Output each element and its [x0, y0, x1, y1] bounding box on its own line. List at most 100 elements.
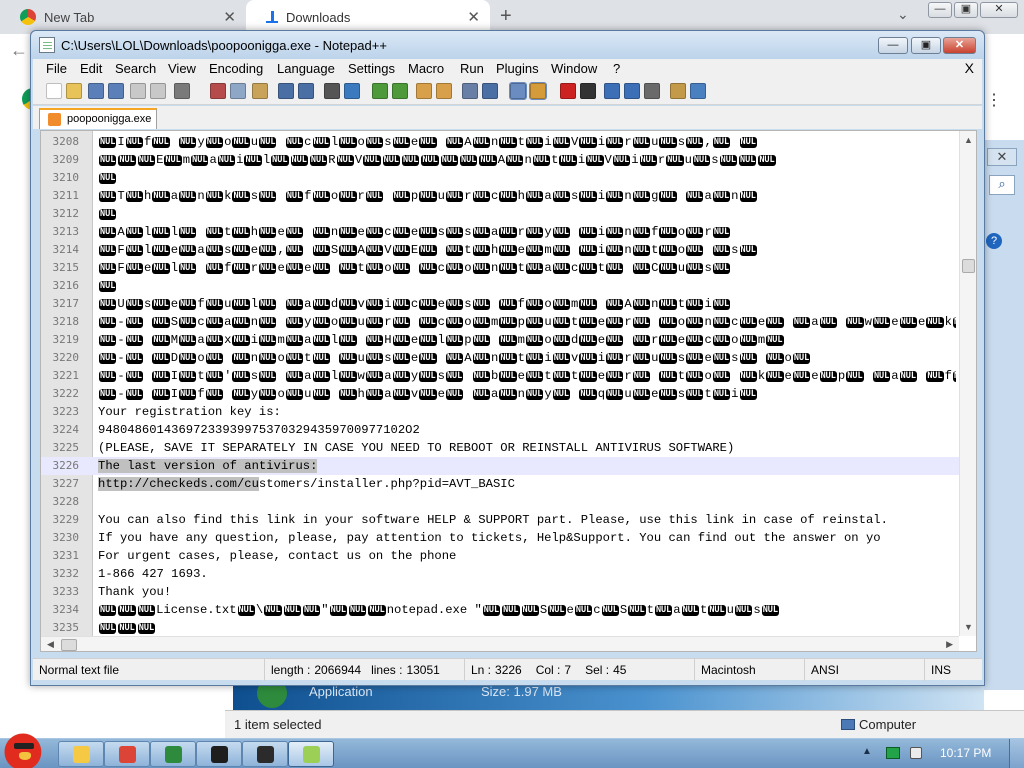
editor-line[interactable]: 3214 NUL F NUL l NUL e NUL a NUL s NUL e NUL, NUL NUL S… — [41, 241, 959, 259]
menu-view[interactable]: View — [168, 61, 196, 76]
start-button-angry-bird-icon[interactable] — [4, 731, 46, 768]
save-all-icon[interactable] — [108, 83, 124, 99]
doc-map-icon[interactable] — [670, 83, 686, 99]
open-file-icon[interactable] — [66, 83, 82, 99]
sync-horizontal-icon[interactable] — [436, 83, 452, 99]
menu-settings[interactable]: Settings — [348, 61, 395, 76]
menu-help[interactable]: ? — [613, 61, 620, 76]
menu-encoding[interactable]: Encoding — [209, 61, 263, 76]
editor-line[interactable]: 3222 NUL - NUL NUL I NUL f NUL NUL y NUL o NUL u NUL … — [41, 385, 959, 403]
word-wrap-icon[interactable] — [462, 83, 478, 99]
menu-edit[interactable]: Edit — [80, 61, 102, 76]
cut-icon[interactable] — [210, 83, 226, 99]
stop-record-icon[interactable] — [580, 83, 596, 99]
volume-icon[interactable] — [910, 747, 922, 759]
editor-line[interactable]: 3220 NUL - NUL NUL D NUL o NUL NUL n NUL o NUL t NUL … — [41, 349, 959, 367]
editor-line[interactable]: 3224 948048601436972339399753703294359700… — [41, 421, 959, 439]
chrome-minimize-button[interactable]: — — [928, 2, 952, 18]
window-title-bar[interactable]: C:\Users\LOL\Downloads\poopoonigga.exe -… — [31, 31, 984, 59]
explorer-close-icon[interactable]: ✕ — [987, 148, 1017, 166]
search-icon[interactable]: ⌕ — [989, 175, 1015, 195]
system-clock[interactable]: 10:17 PM — [940, 746, 991, 760]
editor-line[interactable]: 3225 (PLEASE, SAVE IT SEPARATELY IN CASE … — [41, 439, 959, 457]
play-macro-icon[interactable] — [604, 83, 620, 99]
editor-line[interactable]: 3211 NUL T NUL h NUL a NUL n NUL k NUL s NUL NUL f NUL o… — [41, 187, 959, 205]
editor-line[interactable]: 3223 Your registration key is: — [41, 403, 959, 421]
chrome-menu-icon[interactable]: ⋮ — [986, 90, 1002, 110]
zoom-out-icon[interactable] — [392, 83, 408, 99]
document-tab[interactable]: poopoonigga.exe — [39, 108, 157, 129]
redo-icon[interactable] — [298, 83, 314, 99]
taskbar-button[interactable] — [288, 741, 334, 767]
find-icon[interactable] — [324, 83, 340, 99]
editor-line[interactable]: 3234 NUL NUL NUL License.txt NUL \ NUL NUL NUL " NU… — [41, 601, 959, 619]
close-button[interactable]: ✕ — [943, 37, 976, 54]
minimize-button[interactable]: — — [878, 37, 908, 54]
taskbar-button[interactable] — [242, 741, 288, 767]
record-macro-icon[interactable] — [560, 83, 576, 99]
editor-line[interactable]: 3221 NUL - NUL NUL I NUL t NUL ' NUL s NUL NUL a NUL l… — [41, 367, 959, 385]
scroll-left-icon[interactable]: ◀ — [47, 639, 54, 650]
sync-vertical-icon[interactable] — [416, 83, 432, 99]
scroll-up-icon[interactable]: ▲ — [964, 135, 973, 145]
taskbar-button[interactable] — [104, 741, 150, 767]
editor-line[interactable]: 3226 The last version of antivirus: — [41, 457, 959, 475]
scroll-down-icon[interactable]: ▼ — [964, 622, 973, 632]
menu-macro[interactable]: Macro — [408, 61, 444, 76]
maximize-button[interactable]: ▣ — [911, 37, 941, 54]
close-all-icon[interactable] — [150, 83, 166, 99]
editor-line[interactable]: 3216 NUL — [41, 277, 959, 295]
chrome-maximize-button[interactable]: ▣ — [954, 2, 978, 18]
menu-language[interactable]: Language — [277, 61, 335, 76]
taskbar-button[interactable] — [196, 741, 242, 767]
menu-window[interactable]: Window — [551, 61, 597, 76]
editor-line[interactable]: 3215 NUL F NUL e NUL l NUL NUL f NUL r NUL e NUL e NUL … — [41, 259, 959, 277]
menu-run[interactable]: Run — [460, 61, 484, 76]
copy-icon[interactable] — [230, 83, 246, 99]
menu-file[interactable]: File — [46, 61, 67, 76]
chrome-close-button[interactable]: ✕ — [980, 2, 1018, 18]
editor-line[interactable]: 3227 http://checkeds.com/customers/instal… — [41, 475, 959, 493]
show-desktop-button[interactable] — [1009, 739, 1024, 768]
play-multiple-icon[interactable] — [624, 83, 640, 99]
editor-line[interactable]: 3219 NUL - NUL NUL M NUL a NUL x NUL i NUL m NUL a NUL l… — [41, 331, 959, 349]
horizontal-scroll-thumb[interactable] — [61, 639, 77, 651]
editor-line[interactable]: 3208 NUL I NUL f NUL NUL y NUL o NUL u NUL NUL c NUL l… — [41, 133, 959, 151]
back-arrow-icon[interactable]: ← — [10, 40, 28, 61]
save-macro-icon[interactable] — [644, 83, 660, 99]
close-tab-icon[interactable]: ✕ — [467, 8, 480, 26]
editor-line[interactable]: 3212 NUL — [41, 205, 959, 223]
editor-line[interactable]: 3230 If you have any question, please, pa… — [41, 529, 959, 547]
close-tab-icon[interactable]: ✕ — [223, 8, 236, 26]
help-icon[interactable]: ? — [986, 233, 1002, 249]
close-icon[interactable] — [130, 83, 146, 99]
new-file-icon[interactable] — [46, 83, 62, 99]
vertical-scrollbar[interactable]: ▲ ▼ — [959, 131, 976, 636]
editor-line[interactable]: 3228 — [41, 493, 959, 511]
show-all-chars-icon[interactable] — [482, 83, 498, 99]
chrome-tab-downloads[interactable]: Downloads ✕ — [246, 0, 490, 34]
chrome-tab-new-tab[interactable]: New Tab ✕ — [0, 0, 246, 34]
undo-icon[interactable] — [278, 83, 294, 99]
indent-guide-icon[interactable] — [509, 82, 527, 100]
editor-line[interactable]: 3217 NUL U NUL s NUL e NUL f NUL u NUL l NUL NUL a NUL d… — [41, 295, 959, 313]
editor-line[interactable]: 3229 You can also find this link in your … — [41, 511, 959, 529]
vertical-scroll-thumb[interactable] — [962, 259, 975, 273]
scroll-right-icon[interactable]: ▶ — [946, 639, 953, 650]
paste-icon[interactable] — [252, 83, 268, 99]
menu-search[interactable]: Search — [115, 61, 156, 76]
editor-line[interactable]: 3233 Thank you! — [41, 583, 959, 601]
tab-search-icon[interactable]: ⌄ — [897, 6, 909, 23]
editor-line[interactable]: 3232 1-866 427 1693. — [41, 565, 959, 583]
user-defined-lang-icon[interactable] — [529, 82, 547, 100]
replace-icon[interactable] — [344, 83, 360, 99]
editor-line[interactable]: 3209 NUL NUL NUL E NUL m NUL a NUL i NUL l NUL NUL NUL R… — [41, 151, 959, 169]
editor-line[interactable]: 3231 For urgent cases, please, contact us… — [41, 547, 959, 565]
save-icon[interactable] — [88, 83, 104, 99]
editor-line[interactable]: 3218 NUL - NUL NUL S NUL c NUL a NUL n NUL NUL y NUL o… — [41, 313, 959, 331]
taskbar-button[interactable] — [58, 741, 104, 767]
horizontal-scrollbar[interactable]: ◀ ▶ — [41, 636, 959, 651]
print-icon[interactable] — [174, 83, 190, 99]
network-icon[interactable] — [886, 747, 900, 759]
close-document-button[interactable]: X — [965, 60, 974, 76]
